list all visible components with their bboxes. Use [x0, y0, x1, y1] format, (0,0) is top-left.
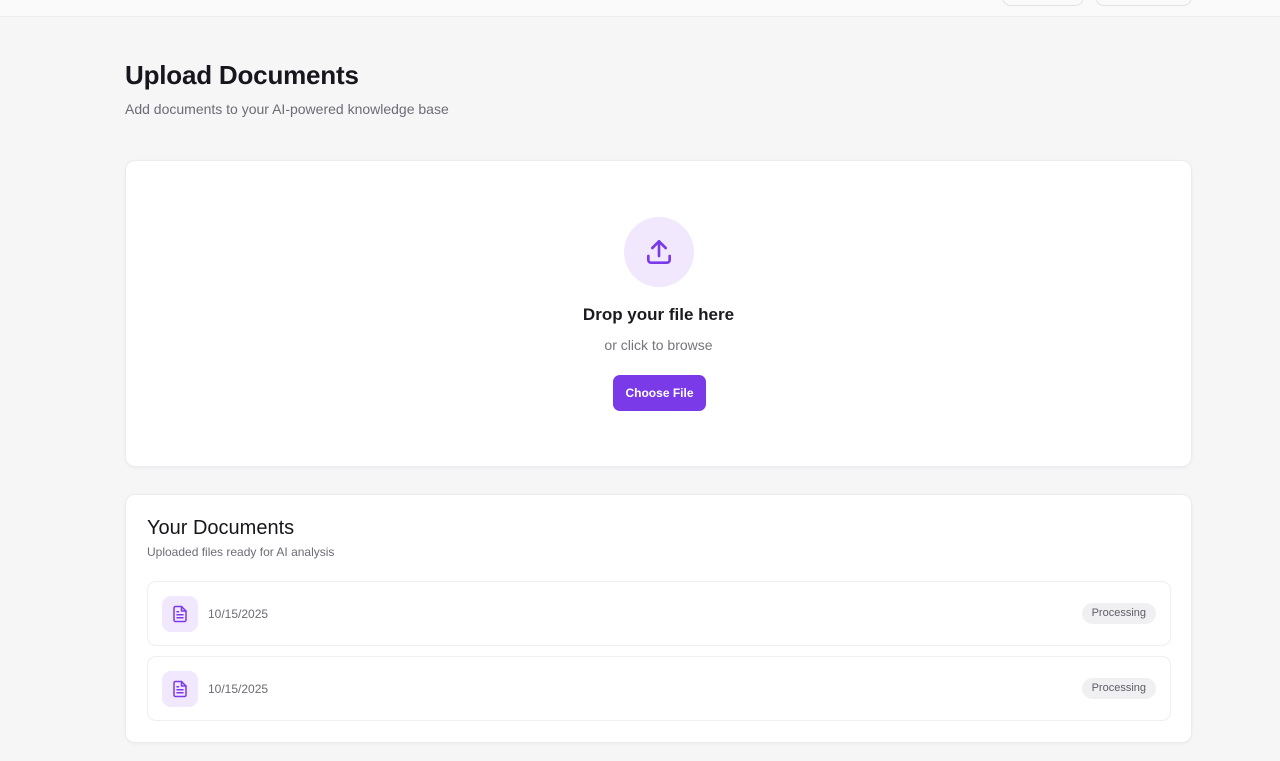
page-subtitle: Add documents to your AI-powered knowled…	[125, 101, 449, 117]
documents-title: Your Documents	[147, 517, 295, 539]
document-date: 10/15/2025	[208, 682, 269, 696]
navbar-button[interactable]	[1095, 0, 1192, 6]
documents-subtitle: Uploaded files ready for AI analysis	[147, 545, 335, 559]
file-text-icon	[173, 605, 187, 623]
upload-icon	[647, 240, 671, 264]
top-navbar	[0, 0, 1280, 17]
file-icon-container	[162, 596, 198, 632]
upload-icon-container	[624, 217, 694, 287]
status-badge: Processing	[1081, 678, 1156, 699]
choose-file-button[interactable]: Choose File	[613, 375, 706, 411]
status-badge: Processing	[1081, 603, 1156, 624]
document-row[interactable]: 10/15/2025 Processing	[147, 581, 1171, 646]
navbar-button[interactable]	[1002, 0, 1084, 6]
document-row[interactable]: 10/15/2025 Processing	[147, 656, 1171, 721]
file-icon-container	[162, 671, 198, 707]
dropzone-subtitle: or click to browse	[604, 337, 713, 353]
dropzone-title: Drop your file here	[582, 305, 735, 324]
upload-dropzone[interactable]: Drop your file here or click to browse C…	[125, 160, 1192, 467]
documents-panel: Your Documents Uploaded files ready for …	[125, 494, 1192, 743]
page-title: Upload Documents	[125, 60, 359, 90]
document-date: 10/15/2025	[208, 607, 269, 621]
file-text-icon	[173, 680, 187, 698]
